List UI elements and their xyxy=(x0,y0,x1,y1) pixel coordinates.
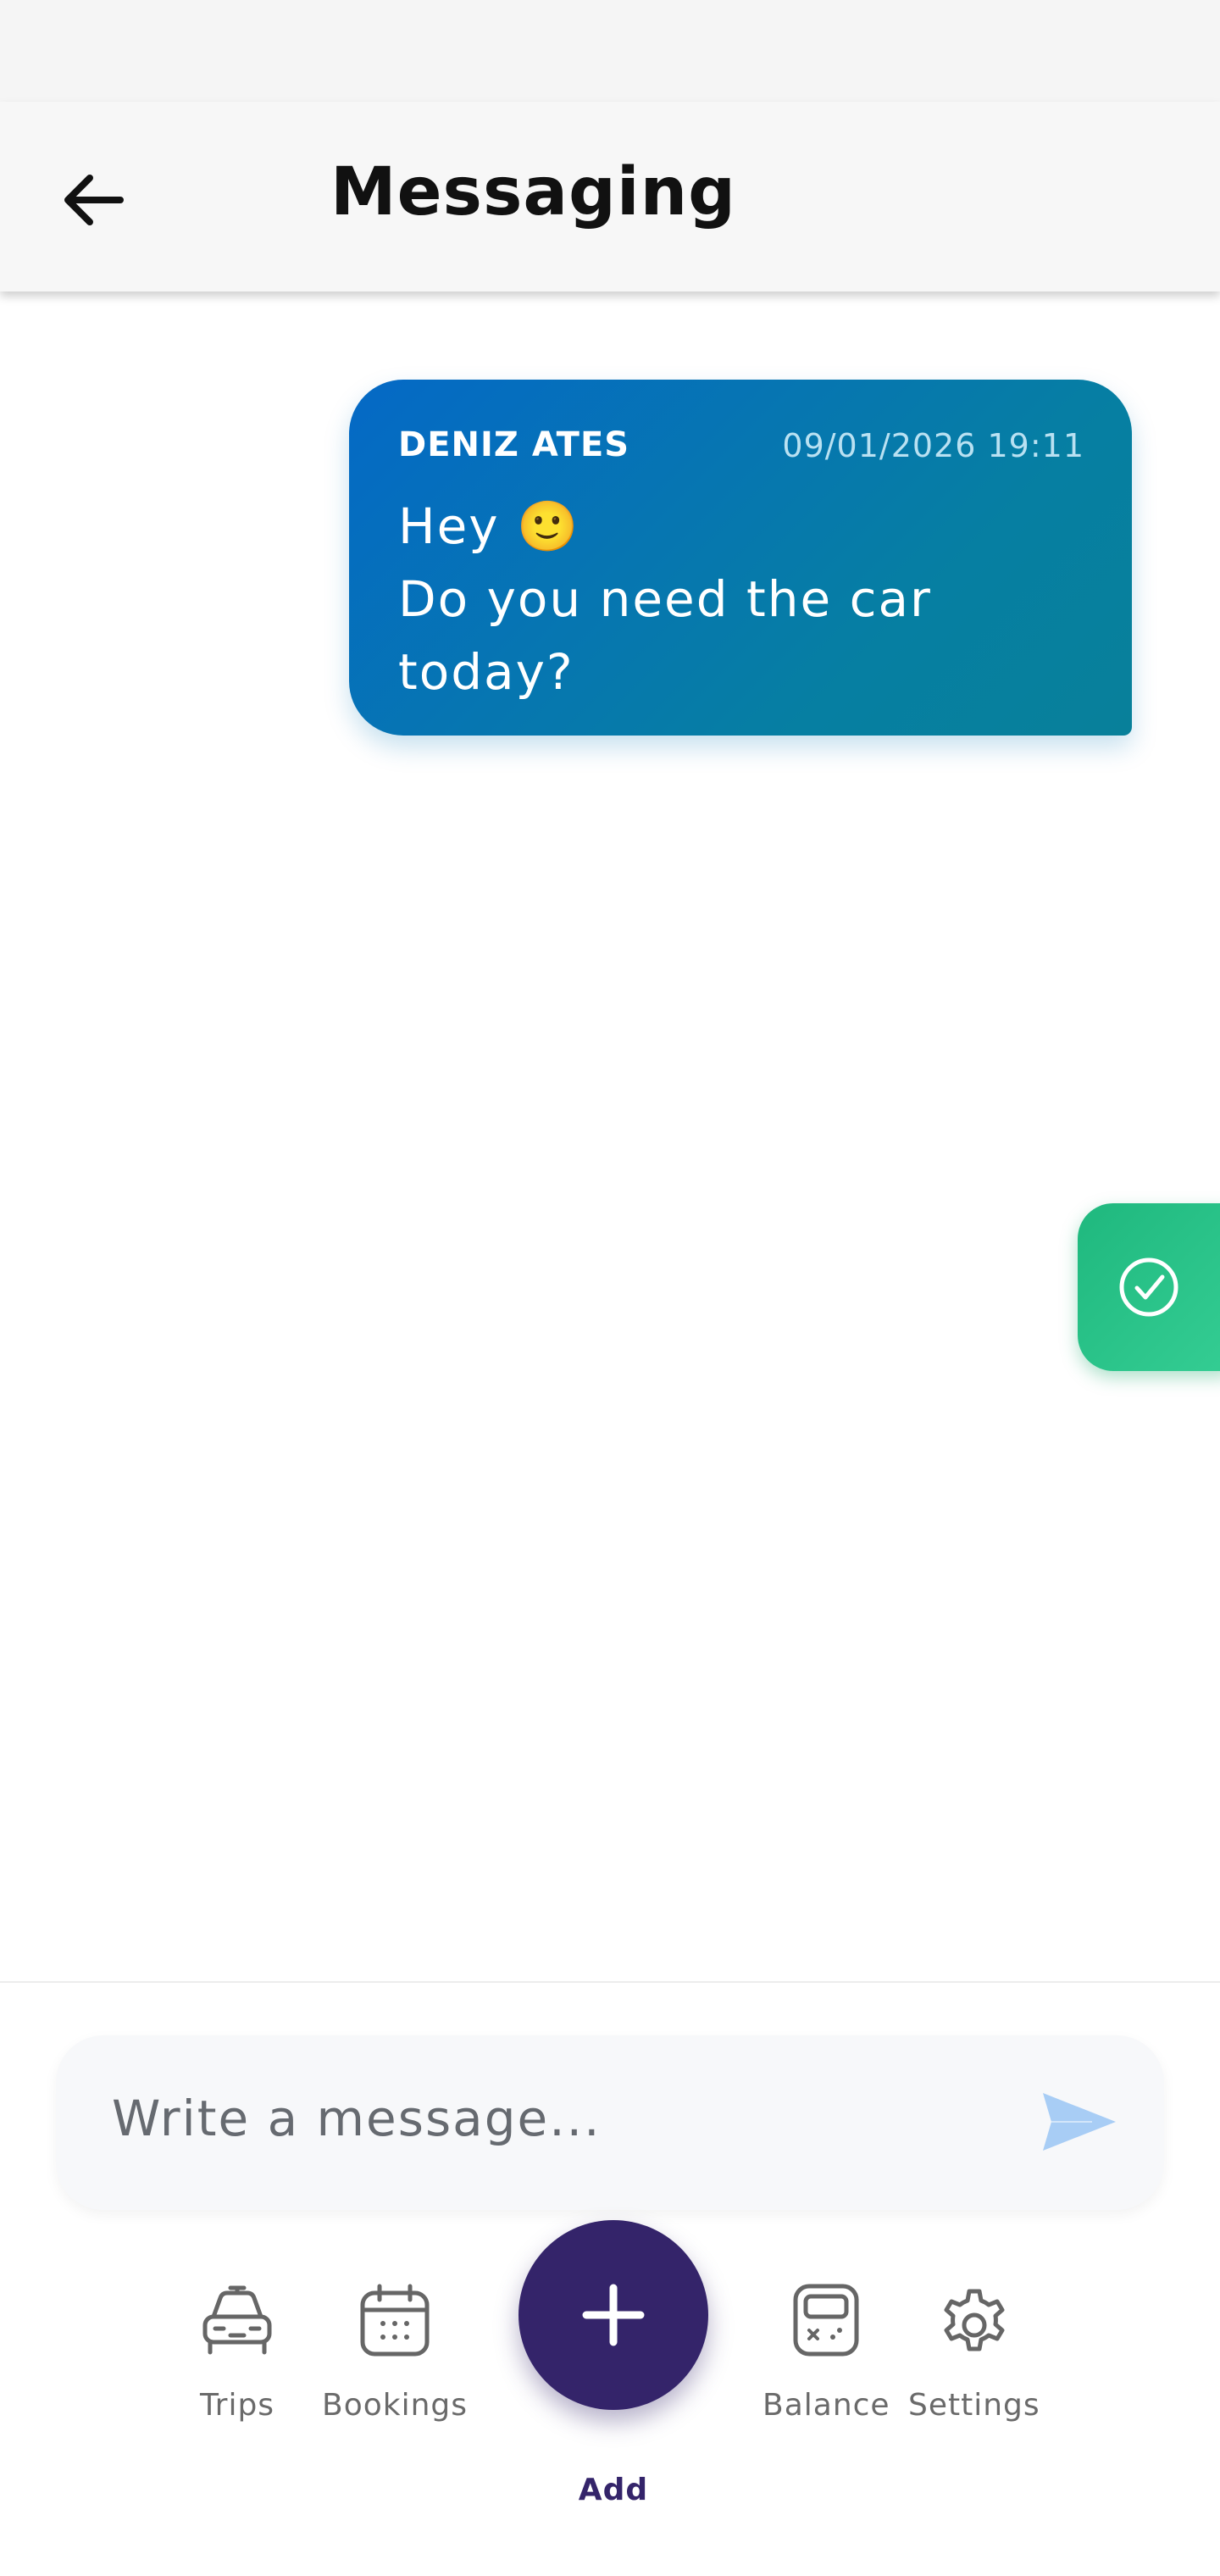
nav-item-settings[interactable]: Settings xyxy=(908,2278,1040,2423)
calculator-icon xyxy=(784,2278,868,2362)
chat-area: DENIZ ATES 09/01/2026 19:11 Hey 🙂 Do you… xyxy=(0,291,1220,1981)
page-title: Messaging xyxy=(330,154,736,230)
arrow-left-icon xyxy=(64,175,124,225)
message-composer xyxy=(56,2035,1164,2210)
send-button[interactable] xyxy=(1029,2079,1130,2164)
calendar-icon xyxy=(352,2278,437,2362)
add-button[interactable] xyxy=(518,2220,708,2410)
nav-label-settings: Settings xyxy=(908,2388,1040,2423)
nav-label-trips: Trips xyxy=(199,2388,275,2423)
send-icon xyxy=(1043,2093,1116,2151)
message-timestamp: 09/01/2026 19:11 xyxy=(782,427,1084,464)
nav-label-bookings: Bookings xyxy=(322,2388,469,2423)
check-circle-icon xyxy=(1119,1257,1178,1317)
add-label: Add xyxy=(578,2473,649,2507)
nav-item-trips[interactable]: Trips xyxy=(195,2278,280,2423)
plus-icon xyxy=(582,2284,645,2346)
status-bar xyxy=(0,0,1220,102)
message-sender: DENIZ ATES xyxy=(398,425,630,464)
back-button[interactable] xyxy=(51,161,136,239)
gear-icon xyxy=(932,2278,1017,2362)
nav-item-balance[interactable]: Balance xyxy=(762,2278,890,2423)
app-header: Messaging xyxy=(0,102,1220,291)
confirm-button[interactable] xyxy=(1078,1203,1220,1371)
car-icon xyxy=(195,2278,280,2362)
nav-item-bookings[interactable]: Bookings xyxy=(322,2278,468,2423)
message-text: Hey 🙂 Do you need the car today? xyxy=(398,497,932,701)
message-bubble[interactable]: DENIZ ATES 09/01/2026 19:11 Hey 🙂 Do you… xyxy=(349,380,1132,736)
nav-label-balance: Balance xyxy=(762,2388,890,2423)
message-input[interactable] xyxy=(110,2068,991,2169)
